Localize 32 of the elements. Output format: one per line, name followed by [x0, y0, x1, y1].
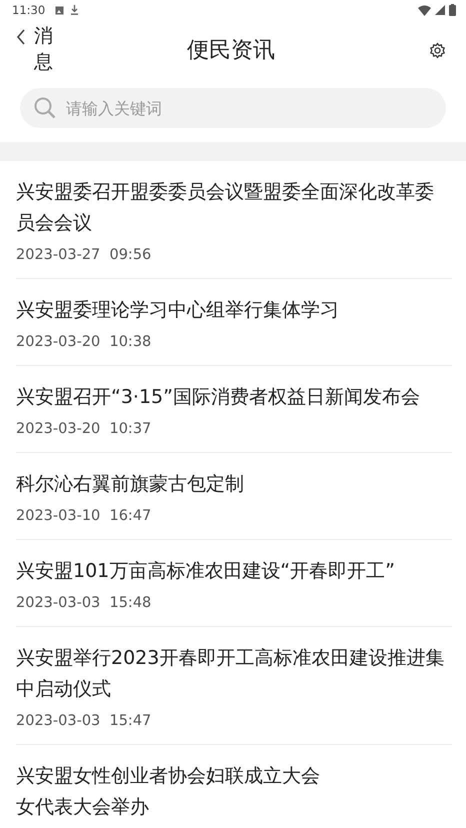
news-item[interactable]: 兴安盟举行2023开春即开工高标准农田建设推进集中启动仪式 2023-03-03 15:47 — [16, 627, 452, 745]
news-item[interactable]: 兴安盟委召开盟委委员会议暨盟委全面深化改革委员会会议 2023-03-27 09:56 — [16, 161, 452, 279]
news-title: 兴安盟召开“3·15”国际消费者权益日新闻发布会 — [16, 385, 421, 410]
settings-icon[interactable] — [429, 42, 446, 58]
news-date: 2023-03-03 15:47 — [16, 713, 152, 729]
news-date: 2023-03-03 15:48 — [16, 595, 152, 611]
news-item[interactable]: 兴安盟召开“3·15”国际消费者权益日新闻发布会 2023-03-20 10:37 — [16, 366, 452, 453]
news-title: 科尔沁右翼前旗蒙古包定制 — [16, 472, 245, 497]
news-date: 2023-03-27 09:56 — [16, 247, 152, 263]
news-item[interactable]: 兴安盟委理论学习中心组举行集体学习 2023-03-20 10:38 — [16, 279, 452, 366]
news-title: 兴安盟委召开盟委委员会议暨盟委全面深化改革委员会会议 — [16, 180, 435, 236]
news-title: 兴安盟委理论学习中心组举行集体学习 — [16, 298, 340, 323]
signal-icon — [435, 5, 445, 15]
back-button[interactable]: 消息 — [16, 24, 106, 76]
back-icon — [16, 29, 26, 46]
news-title: 兴安盟女性创业者协会妇联成立大会 — [16, 764, 321, 789]
news-item[interactable]: 兴安盟101万亩高标准农田建设“开春即开工” 2023-03-03 15:48 — [16, 540, 452, 627]
news-date: 2023-03-20 10:38 — [16, 334, 152, 350]
battery-icon — [449, 4, 456, 16]
news-title: 兴安盟101万亩高标准农田建设“开春即开工” — [16, 559, 396, 584]
image-icon — [55, 6, 64, 14]
news-title: 女代表大会举办 — [16, 795, 150, 820]
page-title: 便民资讯 — [187, 37, 275, 65]
news-date: 2023-03-20 10:37 — [16, 421, 152, 437]
news-date: 2023-03-10 16:47 — [16, 508, 152, 524]
search-field[interactable]: 请输入关键词 — [20, 88, 446, 128]
wifi-icon — [418, 4, 431, 16]
download-icon — [70, 5, 80, 15]
status-time: 11:30 — [12, 3, 46, 17]
news-title: 兴安盟举行2023开春即开工高标准农田建设推进集中启动仪式 — [16, 646, 446, 702]
news-item[interactable]: 科尔沁右翼前旗蒙古包定制 2023-03-10 16:47 — [16, 453, 452, 540]
news-item[interactable]: 兴安盟女性创业者协会妇联成立大会 — [16, 745, 452, 792]
